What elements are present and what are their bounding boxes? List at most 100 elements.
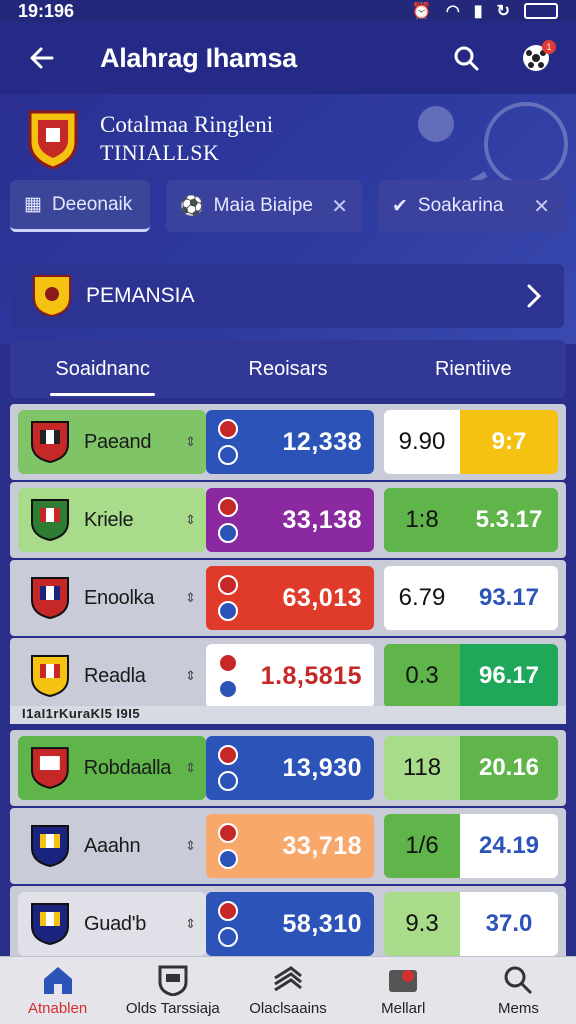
chip-search-filter[interactable]: ✔ Soakarina ✕ xyxy=(378,180,564,232)
odds-home[interactable]: 1:8 xyxy=(384,488,460,552)
hero-title: Cotalmaa Ringleni xyxy=(100,112,274,137)
odds-home[interactable]: 9.90 xyxy=(384,410,460,474)
player-icon xyxy=(218,927,238,947)
sort-arrow-icon: ⇕ xyxy=(185,760,196,775)
chip-calendar[interactable]: ▦ Deeonaik xyxy=(10,180,150,232)
odds-home[interactable]: 9.3 xyxy=(384,892,460,956)
team-cell[interactable]: Enoolka ⇕ xyxy=(18,566,206,630)
score-value: 13,930 xyxy=(282,753,362,782)
table-row[interactable]: Readla ⇕ 1.8,5815 0.3 96.17 xyxy=(10,638,566,714)
alarm-icon: ⏰ xyxy=(411,3,432,20)
home-icon xyxy=(43,967,72,994)
player-icon xyxy=(218,445,238,465)
nav-search[interactable]: Mems xyxy=(461,957,576,1024)
team-cell[interactable]: Robdaalla ⇕ xyxy=(18,736,206,800)
score-cell: 12,338 xyxy=(206,410,374,474)
odds-home[interactable]: 6.79 xyxy=(384,566,460,630)
player-icon xyxy=(218,601,238,621)
sort-arrow-icon: ⇕ xyxy=(185,916,196,931)
ball-icon xyxy=(218,745,238,765)
sort-arrow-icon: ⇕ xyxy=(185,434,196,449)
wifi-icon: ◠ xyxy=(445,3,460,20)
team-name: Kriele xyxy=(84,508,134,531)
sort-arrow-icon: ⇕ xyxy=(185,838,196,853)
team-cell[interactable]: Paeand ⇕ xyxy=(18,410,206,474)
odds-away[interactable]: 9:7 xyxy=(460,410,558,474)
odds-away[interactable]: 20.16 xyxy=(460,736,558,800)
team-cell[interactable]: Aaahn ⇕ xyxy=(18,814,206,878)
score-value: 33,138 xyxy=(282,505,362,534)
back-arrow-icon[interactable] xyxy=(18,34,66,82)
bottom-navigation: Atnablen Olds Tarssiaja Olaclsaains Mell… xyxy=(0,956,576,1024)
team-badge-icon xyxy=(31,421,69,464)
section-divider: I1aI1rKuraKl5 I9I5 xyxy=(10,706,566,724)
ball-icon xyxy=(218,575,238,595)
team-name: Aaahn xyxy=(84,834,141,857)
nav-home[interactable]: Atnablen xyxy=(0,957,115,1024)
score-value: 1.8,5815 xyxy=(260,661,362,690)
check-icon: ✔ xyxy=(392,195,408,217)
score-cell: 33,718 xyxy=(206,814,374,878)
score-value: 63,013 xyxy=(282,583,362,612)
team-badge-icon xyxy=(30,747,69,789)
ball-icon: ⚽ xyxy=(180,196,204,217)
score-value: 12,338 xyxy=(282,427,362,456)
hero-subtitle: TINIALLSK xyxy=(100,140,220,165)
media-icon xyxy=(389,970,418,992)
league-shield-icon xyxy=(33,275,71,318)
nav-checklists[interactable]: Olaclsaains xyxy=(230,957,345,1024)
tab-fixtures[interactable]: Rientiive xyxy=(381,340,566,398)
score-value: 58,310 xyxy=(282,909,362,938)
calendar-icon: ▦ xyxy=(24,194,42,215)
score-cell: 1.8,5815 xyxy=(206,644,374,708)
league-selector[interactable]: PEMANSIA xyxy=(12,264,564,328)
table-row[interactable]: Enoolka ⇕ 63,013 6.79 93.17 xyxy=(10,560,566,636)
table-row[interactable]: Paeand ⇕ 12,338 9.90 9:7 xyxy=(10,404,566,480)
page-title: Alahrag Ihamsa xyxy=(100,42,297,73)
team-name: Readla xyxy=(84,664,146,687)
odds-home[interactable]: 0.3 xyxy=(384,644,460,708)
sort-arrow-icon: ⇕ xyxy=(185,668,196,683)
odds-away[interactable]: 24.19 xyxy=(460,814,558,878)
sort-arrow-icon: ⇕ xyxy=(185,590,196,605)
score-cell: 13,930 xyxy=(206,736,374,800)
ball-icon xyxy=(218,901,238,921)
close-icon[interactable]: ✕ xyxy=(331,194,348,219)
sync-icon: ↻ xyxy=(496,3,510,20)
ball-icon xyxy=(218,419,238,439)
tab-results[interactable]: Reoisars xyxy=(195,340,380,398)
odds-home[interactable]: 118 xyxy=(384,736,460,800)
team-name: Guad'b xyxy=(84,912,147,935)
standings-table: Paeand ⇕ 12,338 9.90 9:7 Kriele ⇕ 33,138… xyxy=(10,404,566,956)
status-bar: 19:196 ⏰ ◠ ▮ ↻ xyxy=(0,0,576,22)
shield-icon xyxy=(158,965,188,996)
ball-icon xyxy=(218,823,238,843)
filter-chips: ▦ Deeonaik ⚽ Maia Biaipe ✕ ✔ Soakarina ✕ xyxy=(10,180,566,234)
score-cell: 33,138 xyxy=(206,488,374,552)
team-cell[interactable]: Guad'b ⇕ xyxy=(18,892,206,956)
team-cell[interactable]: Readla ⇕ xyxy=(18,644,206,708)
nav-media[interactable]: Mellarl xyxy=(346,957,461,1024)
table-row[interactable]: Guad'b ⇕ 58,310 9.3 37.0 xyxy=(10,886,566,956)
odds-away[interactable]: 37.0 xyxy=(460,892,558,956)
odds-home[interactable]: 1/6 xyxy=(384,814,460,878)
odds-away[interactable]: 96.17 xyxy=(460,644,558,708)
odds-away[interactable]: 93.17 xyxy=(460,566,558,630)
status-icons: ⏰ ◠ ▮ ↻ xyxy=(412,1,558,21)
close-icon[interactable]: ✕ xyxy=(533,194,550,219)
notifications-ball-icon[interactable]: 1 xyxy=(514,36,558,80)
table-row[interactable]: Aaahn ⇕ 33,718 1/6 24.19 xyxy=(10,808,566,884)
search-icon[interactable] xyxy=(444,36,488,80)
tab-standings[interactable]: Soaidnanc xyxy=(10,340,195,398)
player-icon xyxy=(218,771,238,791)
table-row[interactable]: Kriele ⇕ 33,138 1:8 5.3.17 xyxy=(10,482,566,558)
nav-odds[interactable]: Olds Tarssiaja xyxy=(115,957,230,1024)
league-name: PEMANSIA xyxy=(86,284,195,307)
chip-match-filter[interactable]: ⚽ Maia Biaipe ✕ xyxy=(166,180,362,232)
table-row[interactable]: Robdaalla ⇕ 13,930 118 20.16 xyxy=(10,730,566,806)
player-icon xyxy=(218,849,238,869)
status-time: 19:196 xyxy=(18,0,75,21)
chevron-right-icon xyxy=(527,284,542,308)
team-cell[interactable]: Kriele ⇕ xyxy=(18,488,206,552)
odds-away[interactable]: 5.3.17 xyxy=(460,488,558,552)
